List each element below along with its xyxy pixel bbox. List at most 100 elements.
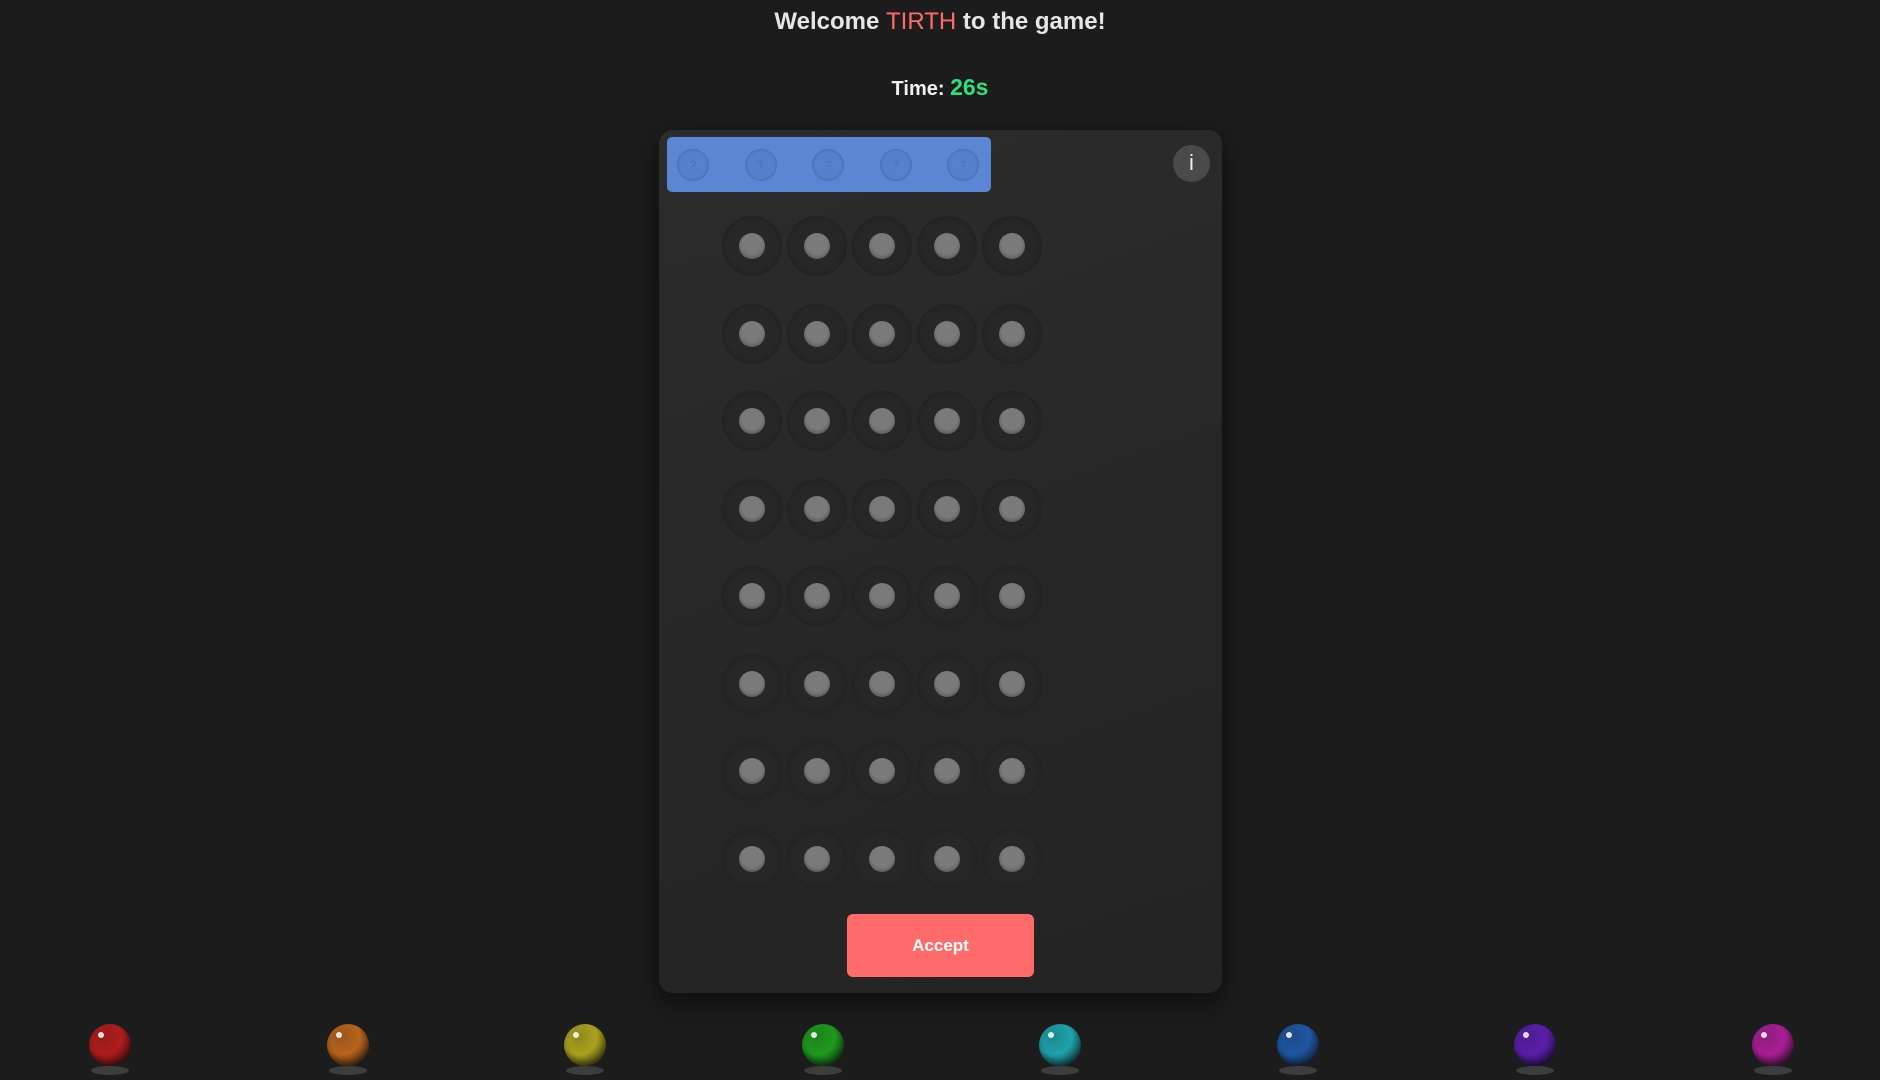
empty-peg: [804, 408, 830, 434]
peg-slot[interactable]: [722, 216, 782, 276]
peg-slot[interactable]: [852, 741, 912, 801]
peg-slot[interactable]: [917, 216, 977, 276]
empty-peg: [999, 233, 1025, 259]
guess-row: [659, 303, 1222, 364]
peg-slot[interactable]: [982, 303, 1042, 364]
ball-shadow: [566, 1066, 604, 1075]
color-ball-magenta[interactable]: [1751, 1024, 1794, 1066]
game-board: ????? i Accept: [659, 130, 1222, 993]
peg-slot[interactable]: [787, 391, 847, 451]
peg-slot[interactable]: [852, 391, 912, 451]
empty-peg: [739, 320, 765, 347]
peg-slot[interactable]: [787, 216, 847, 276]
peg-slot[interactable]: [787, 303, 847, 364]
ball-highlight: [335, 1032, 342, 1038]
color-ball-orange[interactable]: [326, 1024, 369, 1066]
peg-slot[interactable]: [787, 653, 847, 714]
guess-row: [659, 391, 1222, 451]
color-ball-red[interactable]: [89, 1024, 131, 1066]
empty-peg: [934, 758, 960, 784]
peg-slot[interactable]: [917, 741, 977, 801]
empty-peg: [739, 670, 765, 697]
peg-slot[interactable]: [917, 478, 977, 539]
peg-slot[interactable]: [722, 741, 782, 801]
color-ball-blue[interactable]: [1276, 1024, 1319, 1066]
empty-peg: [869, 408, 895, 434]
peg-slot[interactable]: [982, 828, 1042, 889]
color-ball-cyan[interactable]: [1039, 1024, 1081, 1066]
peg-slot[interactable]: [852, 478, 912, 539]
guess-row: [659, 828, 1222, 889]
peg-slot[interactable]: [982, 391, 1042, 451]
ball-shadow: [328, 1066, 367, 1075]
secret-code-bar: ?????: [667, 137, 991, 192]
peg-slot[interactable]: [917, 653, 977, 714]
peg-slot[interactable]: [982, 741, 1042, 801]
empty-peg: [869, 233, 895, 259]
empty-peg: [739, 233, 765, 259]
peg-slot[interactable]: [722, 478, 782, 539]
welcome-heading: Welcome TIRTH to the game!: [0, 8, 1880, 36]
peg-slot[interactable]: [722, 303, 782, 364]
peg-slot[interactable]: [917, 566, 977, 626]
peg-slot[interactable]: [982, 653, 1042, 714]
empty-peg: [999, 845, 1025, 872]
empty-peg: [739, 583, 765, 609]
color-ball-purple[interactable]: [1514, 1024, 1556, 1066]
guess-row: [659, 216, 1222, 276]
empty-peg: [804, 233, 830, 259]
peg-slot[interactable]: [852, 566, 912, 626]
welcome-suffix: to the game!: [962, 8, 1106, 35]
empty-peg: [934, 583, 960, 609]
peg-slot[interactable]: [982, 216, 1042, 276]
peg-slot[interactable]: [917, 303, 977, 364]
ball-highlight: [810, 1032, 817, 1038]
peg-slot[interactable]: [852, 303, 912, 364]
peg-slot[interactable]: [982, 566, 1042, 626]
guess-row: [659, 653, 1222, 714]
guess-row: [659, 478, 1222, 539]
empty-peg: [934, 495, 960, 522]
empty-peg: [934, 845, 960, 872]
peg-slot[interactable]: [787, 478, 847, 539]
ball-highlight: [1285, 1032, 1292, 1038]
color-ball-yellow[interactable]: [564, 1024, 606, 1066]
empty-peg: [804, 495, 830, 522]
color-palette: [0, 1020, 1880, 1080]
empty-peg: [869, 495, 895, 522]
ball-shadow: [1753, 1066, 1792, 1075]
peg-slot[interactable]: [982, 478, 1042, 539]
empty-peg: [869, 583, 895, 609]
peg-slot[interactable]: [722, 828, 782, 889]
peg-slot[interactable]: [787, 741, 847, 801]
empty-peg: [869, 845, 895, 872]
info-button[interactable]: i: [1173, 145, 1210, 182]
empty-peg: [999, 758, 1025, 784]
peg-slot[interactable]: [722, 391, 782, 451]
empty-peg: [869, 758, 895, 784]
peg-slot[interactable]: [787, 828, 847, 889]
peg-slot[interactable]: [852, 828, 912, 889]
empty-peg: [804, 670, 830, 697]
empty-peg: [869, 670, 895, 697]
secret-slot: ?: [879, 149, 912, 181]
empty-peg: [869, 320, 895, 347]
peg-slot[interactable]: [917, 391, 977, 451]
empty-peg: [739, 495, 765, 522]
timer: Time: 26s: [0, 74, 1880, 101]
peg-slot[interactable]: [722, 653, 782, 714]
empty-peg: [934, 670, 960, 697]
peg-slot[interactable]: [852, 216, 912, 276]
peg-slot[interactable]: [852, 653, 912, 714]
peg-slot[interactable]: [917, 828, 977, 889]
accept-button[interactable]: Accept: [847, 914, 1034, 977]
timer-label: Time:: [891, 78, 945, 100]
empty-peg: [804, 320, 830, 347]
color-ball-green[interactable]: [801, 1024, 844, 1066]
ball-shadow: [91, 1066, 129, 1075]
ball-shadow: [1516, 1066, 1554, 1075]
peg-slot[interactable]: [722, 566, 782, 626]
welcome-prefix: Welcome: [774, 8, 880, 35]
empty-peg: [804, 758, 830, 784]
peg-slot[interactable]: [787, 566, 847, 626]
